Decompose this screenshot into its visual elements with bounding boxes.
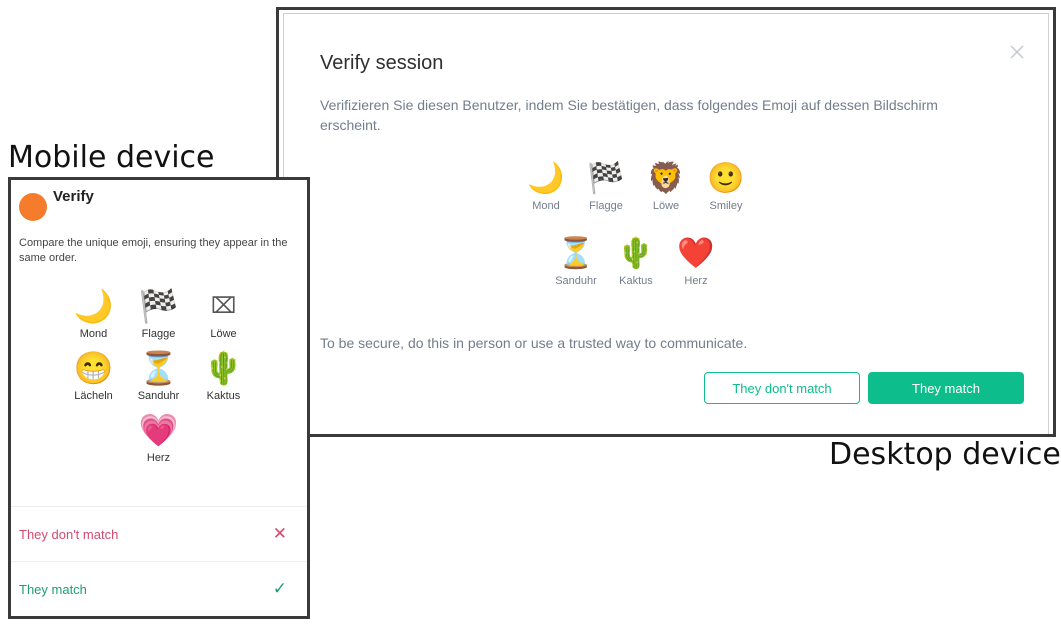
close-icon: ✕ xyxy=(272,524,287,543)
emoji-row-1: 🌙 Mond 🏁 Flagge 🦁 Löwe 🙂 Smiley xyxy=(284,160,1048,212)
moon-icon: 🌙 xyxy=(527,162,565,195)
they-dont-match-action[interactable]: They don't match ✕ xyxy=(11,507,307,561)
grinning-face-icon: 😁 xyxy=(73,350,114,386)
desktop-device-frame: Verify session Verifizieren Sie diesen B… xyxy=(276,7,1056,437)
emoji-item: 🙂 Smiley xyxy=(696,160,756,212)
verify-session-dialog: Verify session Verifizieren Sie diesen B… xyxy=(283,13,1049,434)
emoji-item: 🌙 Mond xyxy=(516,160,576,212)
they-match-button[interactable]: They match xyxy=(868,372,1024,404)
emoji-label: Löwe xyxy=(210,328,237,340)
emoji-item: 🏁 Flagge xyxy=(576,160,636,212)
missing-glyph-icon: ⌧ xyxy=(210,293,237,318)
they-match-action[interactable]: They match ✓ xyxy=(11,562,307,616)
emoji-label: Flagge xyxy=(589,200,623,212)
emoji-label: Sanduhr xyxy=(555,275,597,287)
emoji-item: 🌙 Mond xyxy=(61,284,126,340)
emoji-item: 😁 Lächeln xyxy=(61,346,126,402)
heart-icon: 💗 xyxy=(138,412,179,448)
cactus-icon: 🌵 xyxy=(617,237,655,270)
emoji-label: Kaktus xyxy=(619,275,653,287)
close-icon[interactable] xyxy=(1007,42,1027,62)
dialog-title: Verify session xyxy=(320,52,444,74)
they-dont-match-label: They don't match xyxy=(19,526,119,542)
avatar xyxy=(19,193,47,221)
emoji-item: 🌵 Kaktus xyxy=(606,235,666,287)
emoji-label: Mond xyxy=(79,328,108,340)
emoji-label: Lächeln xyxy=(74,390,113,402)
checkered-flag-icon: 🏁 xyxy=(587,162,625,195)
desktop-device-caption: Desktop device xyxy=(829,437,1061,472)
mobile-description: Compare the unique emoji, ensuring they … xyxy=(19,237,288,264)
security-note: To be secure, do this in person or use a… xyxy=(320,335,748,351)
emoji-label: Löwe xyxy=(652,200,680,212)
moon-icon: 🌙 xyxy=(73,288,114,324)
mobile-title: Verify xyxy=(53,188,94,205)
checkmark-icon: ✓ xyxy=(272,579,287,598)
smiley-icon: 🙂 xyxy=(707,162,745,195)
mobile-device-frame: Verify Compare the unique emoji, ensurin… xyxy=(8,177,310,619)
they-match-label: They match xyxy=(19,581,87,597)
they-dont-match-button[interactable]: They don't match xyxy=(704,372,860,404)
emoji-label: Kaktus xyxy=(206,390,241,402)
cactus-icon: 🌵 xyxy=(203,350,244,386)
emoji-item: ❤️ Herz xyxy=(666,235,726,287)
emoji-label: Herz xyxy=(684,275,708,287)
emoji-label: Sanduhr xyxy=(137,390,180,402)
emoji-label: Flagge xyxy=(141,328,176,340)
emoji-label: Mond xyxy=(532,200,560,212)
heart-icon: ❤️ xyxy=(677,237,715,270)
emoji-label: Smiley xyxy=(709,200,743,212)
dialog-description: Verifizieren Sie diesen Benutzer, indem … xyxy=(320,97,938,133)
emoji-item: 🌵 Kaktus xyxy=(191,346,256,402)
emoji-row-2: ⏳ Sanduhr 🌵 Kaktus ❤️ Herz xyxy=(284,235,1048,287)
checkered-flag-icon: 🏁 xyxy=(138,288,179,324)
emoji-item: ⌧ Löwe xyxy=(191,284,256,340)
emoji-item: 🦁 Löwe xyxy=(636,160,696,212)
emoji-item: ⏳ Sanduhr xyxy=(546,235,606,287)
emoji-grid: 🌙 Mond 🏁 Flagge ⌧ Löwe 😁 Lächeln ⏳ Sandu… xyxy=(61,284,256,464)
lion-icon: 🦁 xyxy=(647,162,685,195)
mobile-device-caption: Mobile device xyxy=(8,140,215,175)
hourglass-icon: ⏳ xyxy=(557,237,595,270)
emoji-item: 🏁 Flagge xyxy=(126,284,191,340)
hourglass-icon: ⏳ xyxy=(138,350,179,386)
emoji-item: 💗 Herz xyxy=(126,408,191,464)
emoji-item: ⏳ Sanduhr xyxy=(126,346,191,402)
emoji-label: Herz xyxy=(146,452,171,464)
